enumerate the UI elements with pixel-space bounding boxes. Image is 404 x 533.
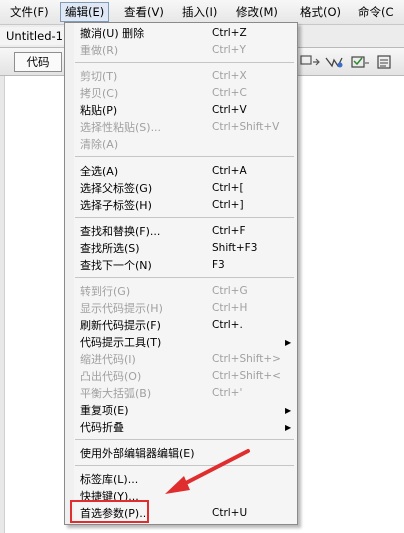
annotation-arrow-icon [165, 449, 250, 494]
